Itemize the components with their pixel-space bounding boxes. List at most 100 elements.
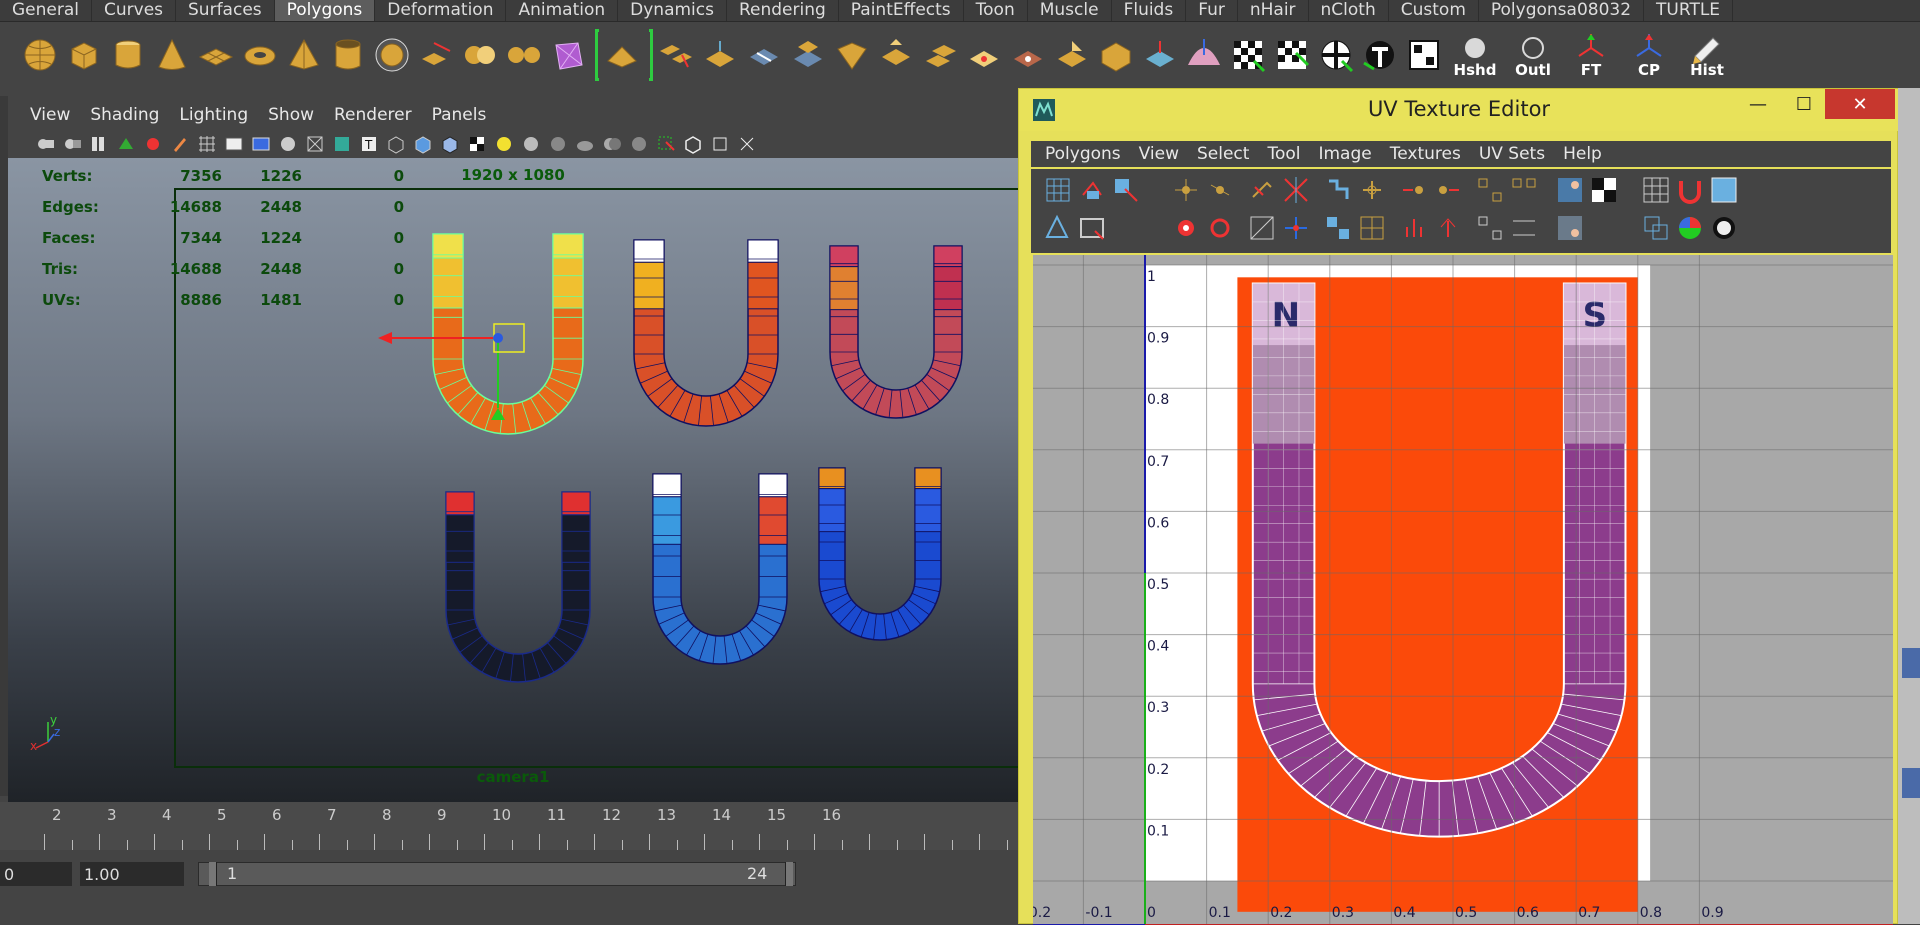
split-polygon-icon[interactable]	[744, 31, 784, 79]
shelf-tab-custom[interactable]: Custom	[1389, 0, 1479, 21]
shelf-cp-button[interactable]: CP	[1622, 31, 1676, 79]
uv-dim-icon[interactable]	[1707, 211, 1741, 245]
viewport-menu-shading[interactable]: Shading	[90, 105, 159, 125]
uv-color-icon[interactable]	[1673, 211, 1707, 245]
checker-uv-c-icon[interactable]	[1316, 31, 1356, 79]
step-field[interactable]: 1.00	[80, 862, 184, 886]
isolate-select-icon[interactable]	[655, 133, 677, 155]
two-d-pan-icon[interactable]	[142, 133, 164, 155]
camera-attributes-icon[interactable]	[61, 133, 83, 155]
uv-menu-view[interactable]: View	[1139, 144, 1179, 164]
poke-icon[interactable]	[832, 31, 872, 79]
uv-align-icon[interactable]	[1473, 173, 1507, 207]
wedge-icon[interactable]	[876, 31, 916, 79]
uv-canvas[interactable]: NS10.90.80.70.60.50.40.30.20.1-0.2-0.100…	[1033, 255, 1893, 925]
uv-stack-icon[interactable]	[1397, 211, 1431, 245]
append-polygon-icon[interactable]	[700, 31, 740, 79]
checker-uv-a-icon[interactable]	[1228, 31, 1268, 79]
uv-image-icon[interactable]	[1553, 173, 1587, 207]
uv-sew-icon[interactable]	[1355, 173, 1389, 207]
uv-flip-h-icon[interactable]	[1169, 173, 1203, 207]
uv-pivot-icon[interactable]	[1279, 211, 1313, 245]
uv-grid-snap-icon[interactable]	[1321, 211, 1355, 245]
uv-orient-icon[interactable]	[1507, 211, 1541, 245]
uv-menu-polygons[interactable]: Polygons	[1045, 144, 1121, 164]
safe-action-icon[interactable]	[331, 133, 353, 155]
shelf-tab-general[interactable]: General	[0, 0, 92, 21]
checker-uv-b-icon[interactable]	[1272, 31, 1312, 79]
right-panel-tab[interactable]	[1902, 768, 1920, 798]
xray-joints-icon[interactable]	[709, 133, 731, 155]
shelf-outl-button[interactable]: Outl	[1506, 31, 1560, 79]
safe-title-icon[interactable]: T	[358, 133, 380, 155]
start-time-field[interactable]: 0	[0, 862, 72, 886]
shelf-ft-button[interactable]: FT	[1564, 31, 1618, 79]
uv-layout-icon[interactable]	[1507, 173, 1541, 207]
shelf-tab-nhair[interactable]: nHair	[1238, 0, 1309, 21]
lights-icon[interactable]	[493, 133, 515, 155]
film-gate-icon[interactable]	[223, 133, 245, 155]
uv-relax-icon[interactable]	[1431, 211, 1465, 245]
poly-plane-icon[interactable]	[196, 31, 236, 79]
uv-menu-textures[interactable]: Textures	[1390, 144, 1461, 164]
soft-select-icon[interactable]	[1184, 31, 1224, 79]
bridge-icon[interactable]	[656, 31, 696, 79]
select-camera-icon[interactable]	[34, 133, 56, 155]
uv-menu-tool[interactable]: Tool	[1267, 144, 1300, 164]
uv-texture-border-icon[interactable]	[1075, 211, 1109, 245]
uv-select-shell-icon[interactable]	[1041, 211, 1075, 245]
uv-snapshot-editor-icon[interactable]	[1553, 211, 1587, 245]
shelf-tab-curves[interactable]: Curves	[92, 0, 177, 21]
shelf-hist-button[interactable]: Hist	[1680, 31, 1734, 79]
range-slider[interactable]: 1 24	[198, 862, 796, 886]
viewport-menu-renderer[interactable]: Renderer	[334, 105, 412, 125]
poly-soccer-icon[interactable]	[372, 31, 412, 79]
textured-icon[interactable]	[466, 133, 488, 155]
uv-distortion-icon[interactable]	[1245, 211, 1279, 245]
bevel-icon[interactable]	[602, 31, 642, 79]
uv-cut-icon[interactable]	[1321, 173, 1355, 207]
uv-texture-editor-window[interactable]: UV Texture Editor — ☐ ✕ Polygons View Sele…	[1018, 88, 1899, 925]
shelf-tab-rendering[interactable]: Rendering	[727, 0, 839, 21]
uv-flip-v-icon[interactable]	[1203, 173, 1237, 207]
uv-move-icon[interactable]	[1075, 173, 1109, 207]
uv-menu-uv-sets[interactable]: UV Sets	[1479, 144, 1545, 164]
poly-pipe-icon[interactable]	[328, 31, 368, 79]
image-plane-icon[interactable]	[115, 133, 137, 155]
close-button[interactable]: ✕	[1825, 89, 1895, 119]
viewport-menu-lighting[interactable]: Lighting	[179, 105, 248, 125]
xray-components-icon[interactable]	[736, 133, 758, 155]
shelf-tab-polygonsa08032[interactable]: Polygonsa08032	[1479, 0, 1645, 21]
shelf-tab-muscle[interactable]: Muscle	[1028, 0, 1112, 21]
duplicate-face-icon[interactable]	[920, 31, 960, 79]
collapse-icon[interactable]	[1008, 31, 1048, 79]
bookmarks-icon[interactable]	[88, 133, 110, 155]
shelf-hshd-button[interactable]: Hshd	[1448, 31, 1502, 79]
perspective-viewport[interactable]: 1920 x 1080 camera1 Verts: 7356 1226 0 Edges…	[8, 158, 1018, 802]
grease-pencil-icon[interactable]	[169, 133, 191, 155]
uv-unfold-icon[interactable]	[1355, 211, 1389, 245]
dof-icon[interactable]	[628, 133, 650, 155]
poly-torus-icon[interactable]	[240, 31, 280, 79]
poly-cylinder-icon[interactable]	[108, 31, 148, 79]
uv-split-icon[interactable]	[1431, 173, 1465, 207]
uv-lattice-icon[interactable]	[1041, 173, 1075, 207]
poly-pyramid-icon[interactable]	[284, 31, 324, 79]
uv-unpin-icon[interactable]	[1203, 211, 1237, 245]
range-end-handle[interactable]	[785, 862, 793, 886]
merge-vertex-icon[interactable]	[964, 31, 1004, 79]
xray-icon[interactable]	[682, 133, 704, 155]
shelf-tab-surfaces[interactable]: Surfaces	[176, 0, 275, 21]
shelf-tab-animation[interactable]: Animation	[506, 0, 619, 21]
uv-snap-icon[interactable]	[1673, 173, 1707, 207]
grid-icon[interactable]	[196, 133, 218, 155]
fill-hole-icon[interactable]	[1052, 31, 1092, 79]
uv-pin-icon[interactable]	[1169, 211, 1203, 245]
uv-rotate-cw-icon[interactable]	[1279, 173, 1313, 207]
motion-blur-icon[interactable]	[574, 133, 596, 155]
uv-normalize-icon[interactable]	[1473, 211, 1507, 245]
time-slider[interactable]: 2 3 4 5 6 7 8 9 10 11 12 13 14 15 16	[0, 802, 1018, 850]
poly-cube-icon[interactable]	[64, 31, 104, 79]
uv-menu-help[interactable]: Help	[1563, 144, 1602, 164]
shelf-tab-painteffects[interactable]: PaintEffects	[839, 0, 964, 21]
